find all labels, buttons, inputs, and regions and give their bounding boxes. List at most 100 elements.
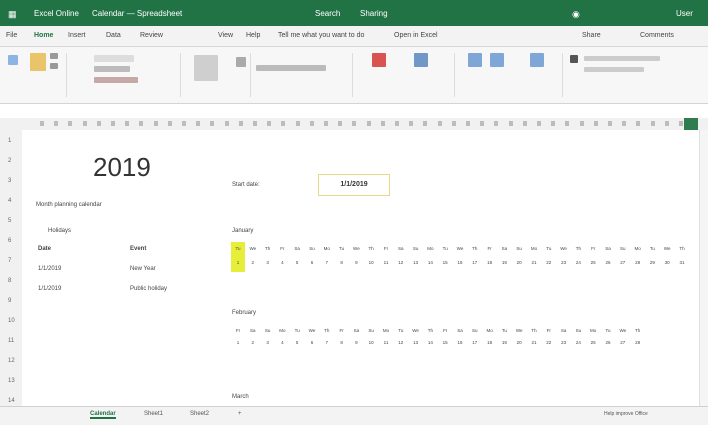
alignment-icons[interactable] [194,55,218,81]
column-letter[interactable] [636,121,641,126]
column-letter[interactable] [579,121,584,126]
jan-date-3[interactable]: 3 [262,260,274,265]
jan-date-26[interactable]: 26 [602,260,614,265]
insert-cells-icon[interactable] [468,53,482,67]
feb-day-27[interactable]: We [617,328,629,333]
jan-day-29[interactable]: Tu [646,246,658,251]
feb-day-12[interactable]: Tu [395,328,407,333]
jan-day-24[interactable]: Th [572,246,584,251]
column-letter[interactable] [537,121,541,126]
sheet-tab-sheet1[interactable]: Sheet1 [144,411,163,417]
jan-date-13[interactable]: 13 [410,260,422,265]
feb-day-1[interactable]: Fr [232,328,244,333]
tab-insert[interactable]: Insert [68,32,86,39]
feb-day-11[interactable]: Mo [380,328,392,333]
jan-date-5[interactable]: 5 [291,260,303,265]
feb-day-14[interactable]: Th [424,328,436,333]
feb-day-20[interactable]: We [513,328,525,333]
feb-date-5[interactable]: 5 [291,340,303,345]
feb-day-25[interactable]: Mo [587,328,599,333]
jan-day-30[interactable]: We [661,246,673,251]
jan-date-17[interactable]: 17 [469,260,481,265]
row-number[interactable]: 8 [8,278,11,284]
jan-day-8[interactable]: Tu [336,246,348,251]
feb-day-23[interactable]: Sa [558,328,570,333]
row-number[interactable]: 9 [8,298,11,304]
jan-date-23[interactable]: 23 [558,260,570,265]
row-number[interactable]: 12 [8,358,15,364]
conditional-format-icon[interactable] [372,53,386,67]
feb-date-6[interactable]: 6 [306,340,318,345]
jan-day-16[interactable]: We [454,246,466,251]
feb-day-26[interactable]: Tu [602,328,614,333]
column-letter[interactable] [68,121,73,126]
jan-date-2[interactable]: 2 [247,260,259,265]
bold-italic-underline[interactable] [94,66,130,72]
column-letter[interactable] [182,121,186,126]
column-letter[interactable] [593,121,598,126]
column-letter[interactable] [253,121,257,126]
column-letter[interactable] [650,121,655,126]
column-letter[interactable] [309,121,314,126]
column-letter[interactable] [608,121,612,126]
column-letter[interactable] [82,121,87,126]
tell-me-input[interactable]: Tell me what you want to do [278,32,364,39]
jan-date-7[interactable]: 7 [321,260,333,265]
feb-date-20[interactable]: 20 [513,340,525,345]
column-letter[interactable] [338,121,343,126]
jan-day-21[interactable]: Mo [528,246,540,251]
column-letter[interactable] [352,121,357,126]
sheet-tab-calendar[interactable]: Calendar [90,411,116,419]
jan-date-19[interactable]: 19 [498,260,510,265]
format-cells-icon[interactable] [530,53,544,67]
column-letter[interactable] [565,121,570,126]
jan-date-25[interactable]: 25 [587,260,599,265]
jan-day-1[interactable]: Tu [232,246,244,251]
jan-day-4[interactable]: Fr [276,246,288,251]
column-letter[interactable] [480,121,485,126]
feb-day-8[interactable]: Fr [336,328,348,333]
feb-day-7[interactable]: Th [321,328,333,333]
feb-date-14[interactable]: 14 [424,340,436,345]
jan-day-17[interactable]: Th [469,246,481,251]
jan-day-25[interactable]: Fr [587,246,599,251]
jan-day-12[interactable]: Sa [395,246,407,251]
column-letter[interactable] [409,121,414,126]
column-letter[interactable] [210,121,215,126]
jan-date-30[interactable]: 30 [661,260,673,265]
column-letter[interactable] [224,121,229,126]
tab-review[interactable]: Review [140,32,163,39]
jan-day-10[interactable]: Th [365,246,377,251]
tab-home[interactable]: Home [34,32,53,39]
column-letter[interactable] [139,121,144,126]
column-letter[interactable] [423,121,428,126]
column-letter[interactable] [281,121,286,126]
feb-date-22[interactable]: 22 [543,340,555,345]
format-table-icon[interactable] [414,53,428,67]
autosum-icon[interactable] [570,55,578,63]
vertical-scrollbar[interactable] [699,130,708,406]
feb-date-23[interactable]: 23 [558,340,570,345]
feb-day-3[interactable]: Su [262,328,274,333]
feb-date-25[interactable]: 25 [587,340,599,345]
column-letter[interactable] [40,121,44,126]
app-launcher-icon[interactable]: ▦ [8,9,17,20]
comments-button[interactable]: Comments [640,32,674,39]
feb-date-19[interactable]: 19 [498,340,510,345]
column-letter[interactable] [54,121,59,126]
jan-date-29[interactable]: 29 [646,260,658,265]
row-number[interactable]: 14 [8,398,15,404]
jan-date-9[interactable]: 9 [350,260,362,265]
row-number[interactable]: 3 [8,178,11,184]
column-letter[interactable] [96,121,101,126]
jan-day-3[interactable]: Th [262,246,274,251]
feb-date-7[interactable]: 7 [321,340,333,345]
formula-bar[interactable] [0,104,708,119]
feb-date-3[interactable]: 3 [262,340,274,345]
jan-day-15[interactable]: Tu [439,246,451,251]
jan-date-12[interactable]: 12 [395,260,407,265]
feb-date-2[interactable]: 2 [247,340,259,345]
skype-icon[interactable]: ◉ [572,9,580,20]
feb-date-16[interactable]: 16 [454,340,466,345]
font-color-icon[interactable] [94,77,138,83]
